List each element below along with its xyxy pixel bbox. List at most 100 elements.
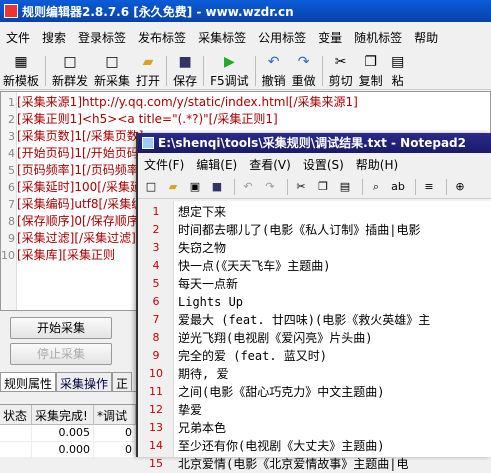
template-icon: ▦ bbox=[14, 54, 28, 70]
notepad-line: 时间都去哪儿了(电影《私人订制》插曲|电影 bbox=[178, 223, 421, 237]
line-number: 4 bbox=[8, 147, 15, 160]
line-number: 3 bbox=[152, 241, 160, 254]
redo-icon: ↷ bbox=[297, 54, 310, 70]
toolbar-label: 撤销 bbox=[261, 74, 286, 88]
debug-button[interactable]: ▶ F5调试 bbox=[207, 51, 252, 89]
toolbar-divider bbox=[234, 178, 235, 195]
notepad-menu-bar: 文件(F) 编辑(E) 查看(V) 设置(S) 帮助(H) bbox=[138, 153, 491, 175]
open-button[interactable]: ▰ 打开 bbox=[133, 51, 163, 89]
notepad-line: 北京爱情(电影《北京爱情故事》主题曲|电 bbox=[178, 457, 409, 471]
save-icon[interactable]: ■ bbox=[208, 179, 226, 195]
editor-line: 5 [页码频率]1[/页码频率] bbox=[1, 162, 143, 179]
menu-random-tags[interactable]: 随机标签 bbox=[348, 29, 408, 46]
line-number: 9 bbox=[8, 232, 15, 245]
toolbar-divider bbox=[415, 178, 416, 195]
notepad-text-area[interactable]: 1 想定下来 2 时间都去哪儿了(电影《私人订制》插曲|电影 3 失窃之物 4 快一点(《天天… bbox=[138, 201, 491, 471]
line-number: 9 bbox=[152, 349, 160, 362]
col-collect-done[interactable]: 采集完成! bbox=[32, 405, 94, 424]
toolbar: ▦ 新模板 □ 新群发 □ 新采集 ▰ 打开 ■ 保存 ▶ F5调试 ↶ 撤销 ↷ 重做 ✂ 剪切… bbox=[0, 52, 491, 90]
editor-line: 8 [保存顺序]0[/保存顺序] bbox=[1, 213, 143, 230]
redo-icon[interactable]: ↷ bbox=[261, 179, 279, 195]
paste-icon: ▤ bbox=[391, 54, 405, 70]
tab-collect-operations[interactable]: 采集操作 bbox=[56, 372, 113, 391]
notepad-line: 逆光飞翔(电视剧《爱闪亮》片头曲) bbox=[178, 331, 373, 345]
line-text: [采集页数]1[/采集页数] bbox=[17, 129, 144, 143]
menu-search[interactable]: 搜索 bbox=[36, 29, 72, 46]
tab-third[interactable]: 正 bbox=[112, 372, 133, 391]
notepad-toolbar: □ ▰ ▣ ■ ↶ ↷ ✂ ❐ ▤ ⌕ ab ≡ ⊕ bbox=[138, 175, 491, 199]
copy-icon[interactable]: ❐ bbox=[314, 179, 332, 195]
notepad-window: E:\shenqi\tools\采集规则\调试结果.txt - Notepad2… bbox=[136, 133, 491, 471]
menu-login-tags[interactable]: 登录标签 bbox=[72, 29, 132, 46]
toolbar-label: 重做 bbox=[291, 74, 316, 88]
folder-icon[interactable]: ▰ bbox=[164, 179, 182, 195]
notepad-line: 想定下来 bbox=[178, 205, 227, 219]
window-title: 规则编辑器2.8.7.6 [永久免费] - www.wzdr.cn bbox=[22, 4, 294, 19]
app-icon bbox=[4, 4, 18, 18]
cell: 0 bbox=[94, 442, 136, 458]
zoom-icon[interactable]: ⊕ bbox=[451, 179, 469, 195]
redo-button[interactable]: ↷ 重做 bbox=[289, 51, 319, 89]
paste-icon[interactable]: ▤ bbox=[336, 179, 354, 195]
line-text: [采集来源1]http://y.qq.com/y/static/index.ht… bbox=[17, 95, 358, 109]
menu-collect-tags[interactable]: 采集标签 bbox=[192, 29, 252, 46]
save-button[interactable]: ■ 保存 bbox=[170, 51, 200, 89]
undo-icon[interactable]: ↶ bbox=[239, 179, 257, 195]
notepad-title: E:\shenqi\tools\采集规则\调试结果.txt - Notepad2 bbox=[158, 136, 466, 150]
editor-line: 3 [采集页数]1[/采集页数] bbox=[1, 128, 143, 145]
line-number: 4 bbox=[152, 259, 160, 272]
np-menu-view[interactable]: 查看(V) bbox=[243, 156, 297, 173]
replace-icon[interactable]: ab bbox=[389, 179, 407, 195]
np-menu-help[interactable]: 帮助(H) bbox=[350, 156, 404, 173]
table-row[interactable]: 0.005 0 bbox=[0, 425, 136, 442]
new-icon[interactable]: □ bbox=[142, 179, 160, 195]
copy-icon: ❐ bbox=[364, 54, 377, 70]
toolbar-label: 复制 bbox=[358, 74, 383, 88]
line-number: 10 bbox=[149, 367, 163, 380]
tab-strip: 规则属性 采集操作 正 bbox=[0, 372, 136, 392]
np-menu-settings[interactable]: 设置(S) bbox=[297, 156, 350, 173]
paste-button[interactable]: ▤ 粘 bbox=[386, 51, 410, 89]
start-collect-button[interactable]: 开始采集 bbox=[10, 317, 112, 339]
save-icon: ■ bbox=[178, 54, 192, 70]
menu-help[interactable]: 帮助 bbox=[408, 29, 444, 46]
menu-variables[interactable]: 变量 bbox=[312, 29, 348, 46]
new-collect-button[interactable]: □ 新采集 bbox=[91, 51, 133, 89]
menu-file[interactable]: 文件 bbox=[0, 29, 36, 46]
np-menu-file[interactable]: 文件(F) bbox=[138, 156, 190, 173]
line-number: 15 bbox=[149, 457, 163, 470]
line-text: [开始页码]1[/开始页码] bbox=[17, 146, 144, 160]
line-number: 8 bbox=[8, 215, 15, 228]
toolbar-label: 新模板 bbox=[3, 74, 40, 88]
cell: 0 bbox=[94, 425, 136, 441]
word-wrap-icon[interactable]: ≡ bbox=[420, 179, 438, 195]
tab-rule-properties[interactable]: 规则属性 bbox=[0, 372, 57, 391]
editor-line: 9 [采集过滤][/采集过滤] bbox=[1, 230, 136, 247]
undo-button[interactable]: ↶ 撤销 bbox=[259, 51, 289, 89]
line-number: 7 bbox=[8, 198, 15, 211]
new-icon: □ bbox=[63, 54, 77, 70]
find-icon[interactable]: ⌕ bbox=[367, 179, 385, 195]
toolbar-label: 打开 bbox=[136, 74, 161, 88]
col-status[interactable]: 状态 bbox=[0, 405, 32, 424]
col-debug[interactable]: *调试 bbox=[94, 405, 136, 424]
cut-button[interactable]: ✂ 剪切 bbox=[326, 51, 356, 89]
table-row[interactable]: 0.000 0 bbox=[0, 442, 136, 459]
cell: 0.000 bbox=[32, 442, 94, 458]
line-number: 6 bbox=[152, 295, 160, 308]
new-template-button[interactable]: ▦ 新模板 bbox=[0, 51, 42, 89]
browse-icon[interactable]: ▣ bbox=[186, 179, 204, 195]
copy-button[interactable]: ❐ 复制 bbox=[356, 51, 386, 89]
line-number: 1 bbox=[8, 96, 15, 109]
line-text: [页码频率]1[/页码频率] bbox=[17, 163, 144, 177]
new-mass-send-button[interactable]: □ 新群发 bbox=[49, 51, 91, 89]
editor-line: 4 [开始页码]1[/开始页码] bbox=[1, 145, 143, 162]
line-text: [采集库][采集正则 bbox=[17, 248, 116, 262]
menu-public-tags[interactable]: 公用标签 bbox=[252, 29, 312, 46]
line-text: [保存顺序]0[/保存顺序] bbox=[17, 214, 144, 228]
cut-icon[interactable]: ✂ bbox=[292, 179, 310, 195]
stop-collect-button[interactable]: 停止采集 bbox=[10, 343, 112, 365]
np-menu-edit[interactable]: 编辑(E) bbox=[190, 156, 243, 173]
notepad-line: 每天一点新 bbox=[178, 277, 239, 291]
menu-publish-tags[interactable]: 发布标签 bbox=[132, 29, 192, 46]
